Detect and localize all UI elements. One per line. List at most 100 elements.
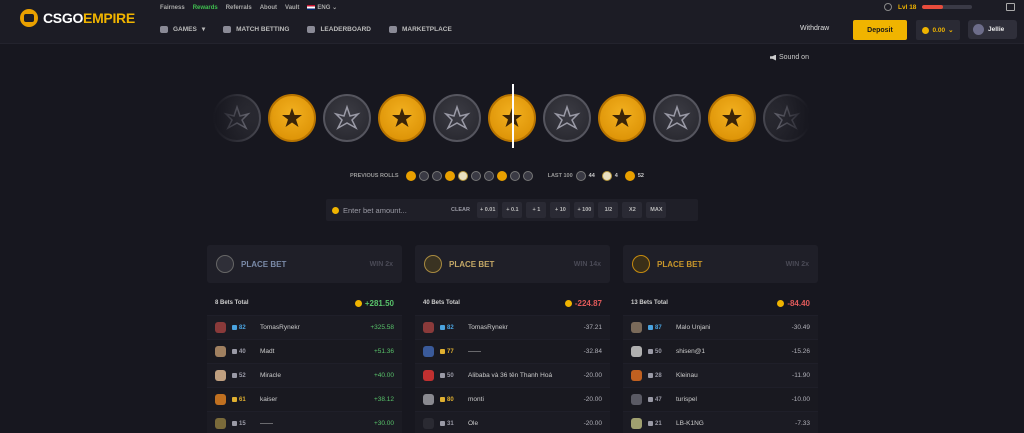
link-rewards[interactable]: Rewards (193, 5, 218, 11)
cart-icon (389, 25, 397, 33)
top-header: CSGOEMPIRE Fairness Rewards Referrals Ab… (0, 0, 1024, 44)
table-row: 21 LB-K1NG -7.33 (623, 411, 818, 433)
link-fairness[interactable]: Fairness (160, 5, 185, 11)
bet-amount: -32.84 (583, 348, 602, 355)
ct-coin-icon (509, 171, 520, 181)
place-bet-ct-button[interactable]: PLACE BET WIN 2x (207, 245, 402, 283)
avatar (631, 370, 642, 381)
coin-icon (564, 299, 572, 307)
add-0-01-button[interactable]: + 0.01 (476, 202, 499, 218)
table-row: 80 monti -20.00 (415, 387, 610, 411)
table-row: 82 TomasRynekr -37.21 (415, 315, 610, 339)
bet-amount: +325.58 (370, 324, 394, 331)
logo[interactable]: CSGOEMPIRE (20, 9, 135, 27)
level-progress-bar (922, 5, 973, 9)
bet-amount: +38.12 (373, 396, 394, 403)
logo-text-part1: CSGO (43, 10, 84, 26)
username: TomasRynekr (468, 324, 508, 331)
avatar (215, 346, 226, 357)
half-button[interactable]: 1/2 (598, 202, 619, 218)
logo-icon (20, 9, 38, 27)
place-bet-label: PLACE BET (241, 259, 287, 269)
nav-leaderboard[interactable]: LEADERBOARD (307, 25, 371, 33)
logout-icon[interactable] (1006, 3, 1015, 11)
caret-down-icon: ▾ (201, 26, 206, 33)
level-indicator[interactable]: Lvl 18 (884, 3, 973, 11)
last-100-stats: LAST 100 44 4 52 (548, 171, 648, 181)
bonus-coin-icon (601, 171, 612, 181)
ct-coin-icon (213, 94, 261, 142)
t-coin-icon (405, 171, 416, 181)
link-about[interactable]: About (260, 5, 277, 11)
place-bet-t-button[interactable]: PLACE BET WIN 2x (623, 245, 818, 283)
place-bet-bonus-button[interactable]: PLACE BET WIN 14x (415, 245, 610, 283)
ct-coin-icon (433, 94, 481, 142)
last-100-bonus-count: 4 (614, 173, 618, 179)
t-coin-icon (632, 255, 650, 273)
nav-marketplace[interactable]: MARKETPLACE (389, 25, 452, 33)
add-0-1-button[interactable]: + 0.1 (502, 202, 523, 218)
main-nav: GAMES ▾ MATCH BETTING LEADERBOARD MARKETP… (160, 25, 452, 33)
add-100-button[interactable]: + 100 (574, 202, 595, 218)
bets-total-row: 40 Bets Total -224.87 (415, 291, 610, 315)
table-row: 61 kaiser +38.12 (207, 387, 402, 411)
user-menu[interactable]: Jellie (968, 20, 1017, 39)
bet-amount-input[interactable]: Enter bet amount... (332, 206, 448, 215)
table-row: 77 —— -32.84 (415, 339, 610, 363)
sound-toggle[interactable]: Sound on (770, 54, 809, 61)
username: Miracle (260, 372, 281, 379)
avatar (215, 322, 226, 333)
clear-button[interactable]: CLEAR (448, 202, 473, 218)
deposit-button[interactable]: Deposit (853, 20, 907, 40)
win-multiplier: WIN 2x (369, 260, 393, 268)
username: kaiser (260, 396, 278, 403)
bet-amount: -20.00 (583, 420, 602, 427)
coin-icon (354, 299, 362, 307)
username: LB-K1NG (676, 420, 704, 427)
avatar (631, 418, 642, 429)
username: Alibaba và 36 tên Thanh Hoá (468, 372, 553, 379)
win-multiplier: WIN 14x (573, 260, 601, 268)
bet-controls: Enter bet amount... CLEAR + 0.01 + 0.1 +… (326, 199, 698, 221)
balance-display[interactable]: 0.00 ⌄ (916, 20, 960, 40)
double-button[interactable]: X2 (622, 202, 643, 218)
ct-coin-icon (431, 171, 442, 181)
trophy-icon (307, 25, 316, 33)
add-10-button[interactable]: + 10 (550, 202, 571, 218)
previous-rolls-label: PREVIOUS ROLLS (350, 173, 399, 179)
level-badge: 21 (648, 421, 670, 427)
max-button[interactable]: MAX (646, 202, 667, 218)
place-bet-label: PLACE BET (449, 259, 495, 269)
ct-coin-icon (418, 171, 429, 181)
username: Malo Unjani (676, 324, 711, 331)
avatar (973, 24, 984, 35)
level-badge: 77 (440, 349, 462, 355)
t-coin-icon (708, 94, 756, 142)
level-progress-fill (922, 5, 944, 9)
bonus-coin-icon (457, 171, 468, 181)
avatar (423, 394, 434, 405)
ct-coin-icon (216, 255, 234, 273)
table-row: 28 Kleinau -11.90 (623, 363, 818, 387)
add-1-button[interactable]: + 1 (526, 202, 547, 218)
language-label: ENG (317, 5, 331, 11)
ct-coin-icon (763, 94, 809, 142)
language-selector[interactable]: ENG ⌄ (307, 4, 337, 11)
chevron-down-icon: ⌄ (948, 27, 954, 34)
username: shisen@1 (676, 348, 706, 355)
nav-match-betting[interactable]: MATCH BETTING (223, 25, 289, 33)
bets-total-value: +281.50 (354, 299, 394, 308)
level-badge: 80 (440, 397, 462, 403)
chevron-down-icon: ⌄ (332, 5, 338, 11)
level-badge: 50 (648, 349, 670, 355)
previous-rolls-list (405, 171, 533, 181)
table-row: 52 Miracle +40.00 (207, 363, 402, 387)
link-referrals[interactable]: Referrals (226, 5, 252, 11)
win-multiplier: WIN 2x (785, 260, 809, 268)
nav-games[interactable]: GAMES ▾ (160, 25, 205, 33)
bet-column-ct: PLACE BET WIN 2x 8 Bets Total +281.50 82… (207, 245, 402, 433)
withdraw-button[interactable]: Withdraw (800, 25, 829, 32)
avatar (423, 322, 434, 333)
roll-marker (512, 84, 514, 148)
link-vault[interactable]: Vault (285, 5, 299, 11)
